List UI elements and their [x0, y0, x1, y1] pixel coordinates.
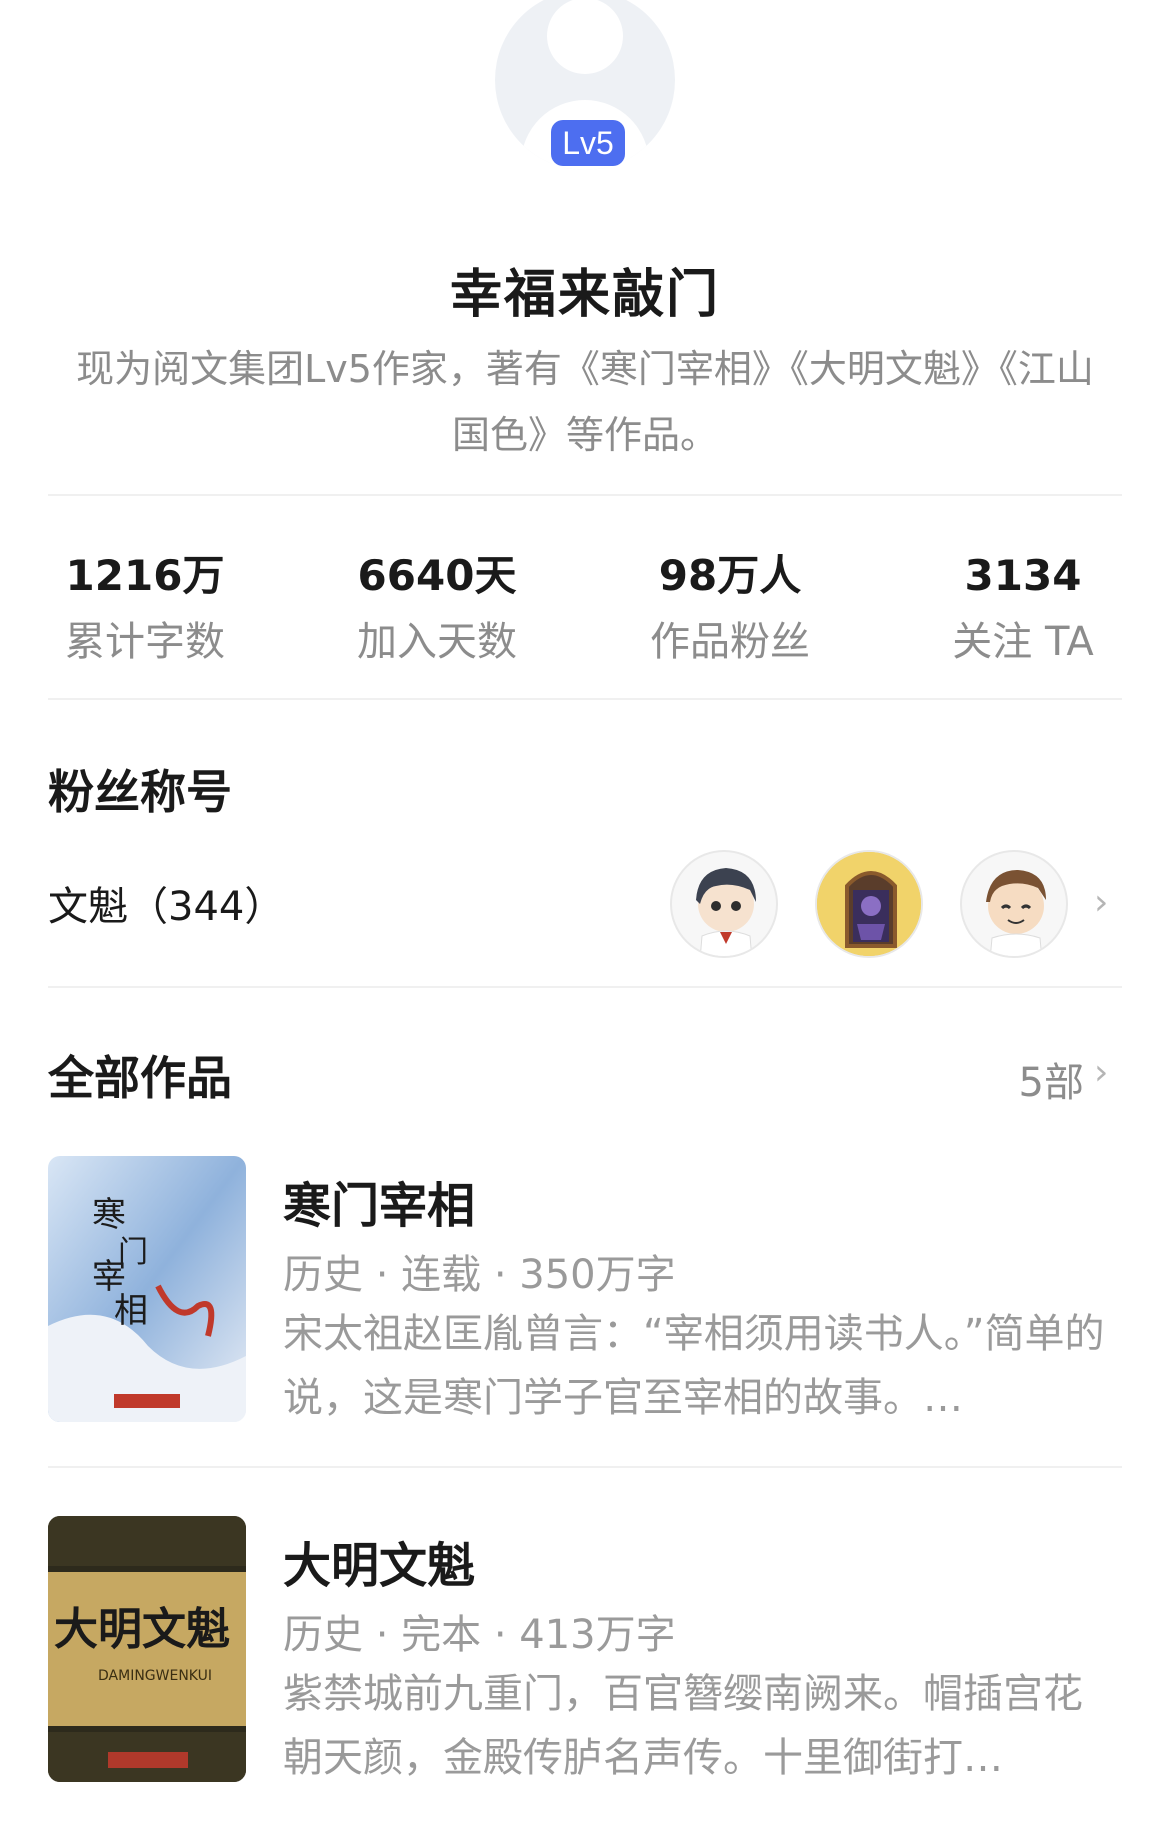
divider — [48, 986, 1122, 988]
divider — [48, 698, 1122, 700]
author-bio: 现为阅文集团Lv5作家，著有《寒门宰相》《大明文魁》《江山国色》等作品。 — [76, 347, 1094, 457]
book-item[interactable]: 寒 门 宰 相 寒门宰相 历史 · 连载 · 350万字 宋太祖赵匡胤曾言：“宰… — [48, 1156, 1122, 1426]
stat-label: 关注 TA — [952, 619, 1094, 665]
book-cover[interactable]: 大明文魁 DAMINGWENKUI — [48, 1516, 246, 1782]
level-badge: Lv5 — [551, 120, 625, 166]
book-cover[interactable]: 寒 门 宰 相 — [48, 1156, 246, 1422]
book-title: 大明文魁 — [283, 1538, 476, 1594]
stat-value: 3134 — [964, 551, 1082, 600]
author-name: 幸福来敲门 — [449, 265, 720, 325]
fan-avatar[interactable] — [960, 850, 1068, 958]
chevron-right-icon: › — [1094, 1052, 1109, 1093]
fan-avatar[interactable] — [815, 850, 923, 958]
stat-fans[interactable]: 98万人 作品粉丝 — [600, 548, 860, 670]
book-description: 宋太祖赵匡胤曾言：“宰相须用读书人。”简单的说，这是寒门学子官至宰相的故事。… — [283, 1311, 1105, 1421]
works-count: 5部 — [1018, 1060, 1084, 1106]
fan-rank-label[interactable]: 文魁（344） — [48, 874, 284, 932]
book-meta: 历史 · 连载 · 350万字 — [283, 1252, 676, 1298]
stat-value: 98万人 — [658, 551, 802, 600]
book-title: 寒门宰相 — [283, 1178, 476, 1234]
divider — [48, 1466, 1122, 1468]
svg-text:DAMINGWENKUI: DAMINGWENKUI — [98, 1668, 212, 1684]
svg-text:相: 相 — [114, 1291, 148, 1331]
stat-join-days[interactable]: 6640天 加入天数 — [307, 548, 567, 670]
stat-value: 1216万 — [65, 551, 225, 600]
stat-label: 累计字数 — [65, 619, 225, 665]
fan-avatars[interactable] — [670, 850, 1130, 960]
chevron-right-icon[interactable]: › — [1094, 882, 1108, 923]
fan-avatar[interactable] — [670, 850, 778, 958]
book-description: 紫禁城前九重门，百官簪缨南阙来。帽插宫花朝天颜，金殿传胪名声传。十里御街打… — [283, 1671, 1083, 1781]
cover-title-char: 寒 — [92, 1195, 126, 1235]
book-meta: 历史 · 完本 · 413万字 — [283, 1612, 676, 1658]
stat-value: 6640天 — [357, 551, 517, 600]
stats-bar: 1216万 累计字数 6640天 加入天数 98万人 作品粉丝 3134 关注 … — [0, 548, 1170, 678]
fans-title-heading: 粉丝称号 — [48, 765, 232, 819]
stat-following[interactable]: 3134 关注 TA — [893, 548, 1153, 670]
stat-label: 作品粉丝 — [650, 619, 810, 665]
divider — [48, 494, 1122, 496]
book-item[interactable]: 大明文魁 DAMINGWENKUI 大明文魁 历史 · 完本 · 413万字 紫… — [48, 1516, 1122, 1786]
works-title-heading: 全部作品 — [48, 1051, 232, 1105]
stat-label: 加入天数 — [357, 619, 517, 665]
stat-word-count[interactable]: 1216万 累计字数 — [15, 548, 275, 670]
cover-title-text: 大明文魁 — [54, 1604, 230, 1655]
